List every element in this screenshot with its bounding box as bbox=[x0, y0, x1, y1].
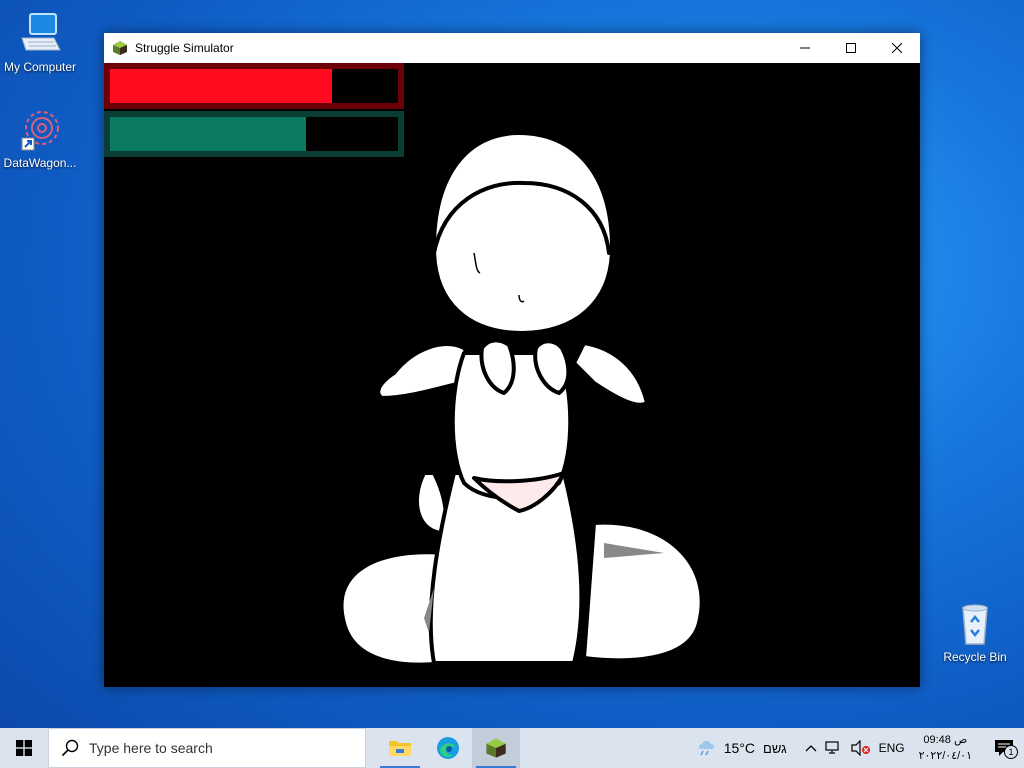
network-status[interactable] bbox=[821, 740, 847, 756]
start-button[interactable] bbox=[0, 728, 48, 768]
desktop-icon-datawagon[interactable]: DataWagon... bbox=[0, 106, 80, 170]
taskbar: Type here to search 15°C גשם ENG 09:48 ص… bbox=[0, 728, 1024, 768]
minimize-button[interactable] bbox=[782, 33, 828, 63]
character-illustration[interactable] bbox=[104, 63, 920, 687]
input-language[interactable]: ENG bbox=[875, 741, 909, 755]
struggle-simulator-app-icon bbox=[112, 40, 128, 56]
edge-browser-icon bbox=[437, 737, 459, 759]
close-button[interactable] bbox=[874, 33, 920, 63]
desktop-icon-my-computer[interactable]: My Computer bbox=[0, 10, 80, 74]
search-icon bbox=[61, 739, 79, 757]
taskbar-struggle-simulator[interactable] bbox=[472, 728, 520, 768]
computer-icon bbox=[16, 10, 64, 58]
rain-cloud-icon bbox=[698, 741, 714, 756]
action-center-button[interactable]: 1 bbox=[982, 739, 1024, 759]
desktop-icon-label: My Computer bbox=[3, 60, 77, 74]
desktop-icon-label: DataWagon... bbox=[3, 156, 77, 170]
clock-date: ٢٠٢٢/٠٤/٠١ bbox=[918, 750, 972, 762]
datawagon-shortcut-icon bbox=[16, 106, 64, 154]
language-indicator: ENG bbox=[878, 741, 905, 755]
maximize-button[interactable] bbox=[828, 33, 874, 63]
network-disconnected-icon bbox=[824, 741, 839, 754]
show-hidden-icons-button[interactable] bbox=[801, 744, 821, 752]
window-titlebar[interactable]: Struggle Simulator bbox=[104, 33, 920, 63]
taskbar-clock[interactable]: 09:48 ص ٢٠٢٢/٠٤/٠١ bbox=[909, 732, 982, 764]
speaker-muted-icon bbox=[850, 740, 870, 756]
struggle-simulator-app-icon bbox=[486, 738, 506, 758]
search-placeholder: Type here to search bbox=[89, 740, 213, 756]
desktop-icon-label: Recycle Bin bbox=[943, 650, 1007, 664]
system-tray: 15°C גשם ENG 09:48 ص ٢٠٢٢/٠٤/٠١ 1 bbox=[692, 728, 1024, 768]
weather-widget[interactable]: 15°C גשם bbox=[692, 739, 791, 757]
weather-condition: גשם bbox=[763, 740, 787, 756]
app-window: Struggle Simulator bbox=[104, 33, 920, 687]
desktop-icon-recycle-bin[interactable]: Recycle Bin bbox=[935, 600, 1015, 664]
recycle-bin-icon bbox=[951, 600, 999, 648]
notification-count-badge: 1 bbox=[1004, 745, 1018, 759]
window-title: Struggle Simulator bbox=[135, 41, 234, 55]
volume-control[interactable] bbox=[847, 740, 875, 756]
windows-logo-icon bbox=[16, 740, 32, 756]
taskbar-file-explorer[interactable] bbox=[376, 728, 424, 768]
taskbar-search-box[interactable]: Type here to search bbox=[48, 728, 366, 768]
game-canvas[interactable] bbox=[104, 63, 920, 687]
clock-time: 09:48 ص bbox=[923, 734, 968, 746]
taskbar-edge[interactable] bbox=[424, 728, 472, 768]
weather-temperature: 15°C bbox=[723, 740, 756, 756]
chevron-up-icon bbox=[805, 745, 817, 752]
folder-icon bbox=[389, 741, 411, 756]
